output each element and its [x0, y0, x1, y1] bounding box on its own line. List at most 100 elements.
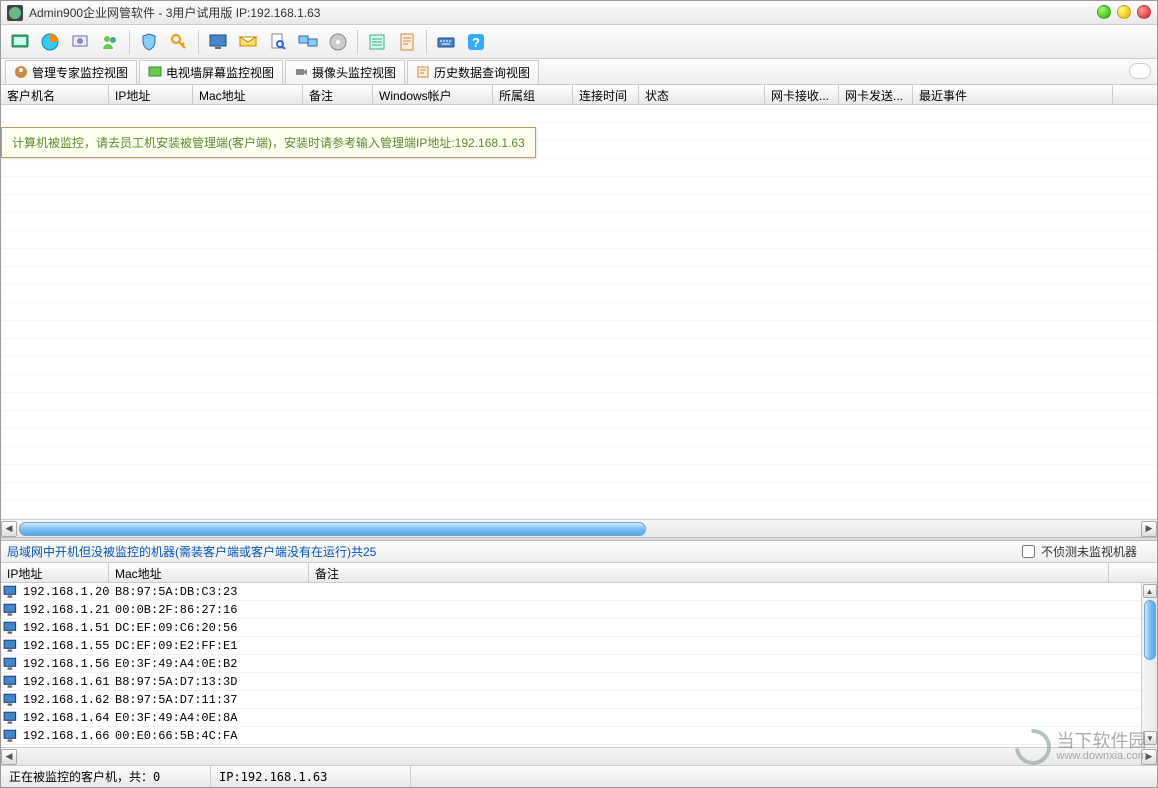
view-tab-1[interactable]: 电视墙屏幕监控视图 [139, 60, 283, 84]
scroll-track[interactable] [19, 522, 1139, 536]
key-icon[interactable] [166, 29, 192, 55]
message-icon[interactable] [235, 29, 261, 55]
row-mac: B8:97:5A:D7:13:3D [111, 675, 237, 689]
scroll-left-button[interactable]: ◀ [1, 521, 17, 537]
unmonitored-machine-row[interactable]: 192.168.1.51DC:EF:09:C6:20:56 [1, 619, 1141, 637]
list-icon[interactable] [364, 29, 390, 55]
computer-icon [3, 657, 19, 671]
gear-monitor-icon[interactable] [67, 29, 93, 55]
search-file-icon[interactable] [265, 29, 291, 55]
lower-columns-header: IP地址Mac地址备注 [1, 563, 1157, 583]
view-tabs: 管理专家监控视图 电视墙屏幕监控视图 摄像头监控视图 历史数据查询视图 [1, 59, 1157, 85]
lower-column-header[interactable]: IP地址 [1, 563, 109, 582]
maximize-button[interactable] [1117, 5, 1131, 19]
log-icon[interactable] [394, 29, 420, 55]
unmonitored-machine-row[interactable]: 192.168.1.20B8:97:5A:DB:C3:23 [1, 583, 1141, 601]
row-ip: 192.168.1.62 [21, 693, 111, 707]
toolbar: ? [1, 25, 1157, 59]
view-tab-2[interactable]: 摄像头监控视图 [285, 60, 405, 84]
lower-grid[interactable]: 192.168.1.20B8:97:5A:DB:C3:23192.168.1.2… [1, 583, 1157, 747]
unmonitored-machine-row[interactable]: 192.168.1.6600:E0:66:5B:4C:FA [1, 727, 1141, 745]
status-monitored: 正在被监控的客户机，共：0 [1, 766, 211, 787]
row-ip: 192.168.1.61 [21, 675, 111, 689]
column-header[interactable]: 客户机名 [1, 85, 109, 104]
disable-detect-label: 不侦测未监视机器 [1041, 543, 1137, 560]
computer-icon [3, 603, 19, 617]
row-mac: E0:3F:49:A4:0E:8A [111, 711, 237, 725]
view-tab-0[interactable]: 管理专家监控视图 [5, 60, 137, 84]
camera-icon [294, 65, 308, 79]
main-horizontal-scrollbar[interactable]: ◀ ▶ [1, 519, 1157, 537]
view-tab-label: 历史数据查询视图 [434, 64, 530, 81]
lower-horizontal-scrollbar[interactable]: ◀ ▶ [1, 747, 1157, 765]
column-header[interactable]: 最近事件 [913, 85, 1113, 104]
unmonitored-machine-row[interactable]: 192.168.1.2100:0B:2F:86:27:16 [1, 601, 1141, 619]
app-icon[interactable] [7, 29, 33, 55]
column-header[interactable]: IP地址 [109, 85, 193, 104]
lower-scroll-right-button[interactable]: ▶ [1141, 749, 1157, 765]
view-tab-label: 管理专家监控视图 [32, 64, 128, 81]
main-columns-header: 客户机名IP地址Mac地址备注Windows帐户所属组连接时间状态网卡接收...… [1, 85, 1157, 105]
shield-icon[interactable] [136, 29, 162, 55]
column-header[interactable]: 所属组 [493, 85, 573, 104]
window-title: Admin900企业网管软件 - 3用户试用版 IP:192.168.1.63 [29, 4, 320, 21]
viewtabs-toggle[interactable] [1129, 63, 1151, 79]
users-icon[interactable] [97, 29, 123, 55]
column-header[interactable]: Windows帐户 [373, 85, 493, 104]
main-grid[interactable]: 计算机被监控，请去员工机安装被管理端(客户端)，安装时请参考输入管理端IP地址:… [1, 105, 1157, 519]
help-icon[interactable]: ? [463, 29, 489, 55]
lower-vertical-scrollbar[interactable]: ▲ ▼ [1141, 583, 1157, 747]
status-ip: IP:192.168.1.63 [211, 766, 411, 787]
unmonitored-machine-row[interactable]: 192.168.1.62B8:97:5A:D7:11:37 [1, 691, 1141, 709]
dual-monitor-icon[interactable] [295, 29, 321, 55]
close-button[interactable] [1137, 5, 1151, 19]
toolbar-separator [129, 30, 130, 54]
toolbar-separator [357, 30, 358, 54]
row-mac: E0:3F:49:A4:0E:B2 [111, 657, 237, 671]
unmonitored-machine-row[interactable]: 192.168.1.56E0:3F:49:A4:0E:B2 [1, 655, 1141, 673]
lower-column-header[interactable]: Mac地址 [109, 563, 309, 582]
lower-scroll-track[interactable] [19, 750, 1139, 764]
view-tab-3[interactable]: 历史数据查询视图 [407, 60, 539, 84]
toolbar-separator [198, 30, 199, 54]
keyboard-icon[interactable] [433, 29, 459, 55]
scroll-thumb[interactable] [19, 522, 646, 536]
disk-icon[interactable] [325, 29, 351, 55]
column-header[interactable]: Mac地址 [193, 85, 303, 104]
row-ip: 192.168.1.56 [21, 657, 111, 671]
scroll-right-button[interactable]: ▶ [1141, 521, 1157, 537]
lower-right-controls: 不侦测未监视机器 [1022, 543, 1137, 560]
column-header[interactable]: 状态 [639, 85, 765, 104]
unmonitored-machine-row[interactable]: 192.168.1.61B8:97:5A:D7:13:3D [1, 673, 1141, 691]
computer-icon [3, 729, 19, 743]
tv-wall-icon [148, 65, 162, 79]
status-spacer [411, 766, 1157, 787]
unmonitored-machine-row[interactable]: 192.168.1.55DC:EF:09:E2:FF:E1 [1, 637, 1141, 655]
globe-pie-icon[interactable] [37, 29, 63, 55]
column-header[interactable]: 备注 [303, 85, 373, 104]
minimize-button[interactable] [1097, 5, 1111, 19]
lower-title-prefix: 局域网中开机但没被监控的机器(需装客户端或客户端没有在运行)共 [7, 545, 363, 559]
app-icon [7, 5, 23, 21]
svg-text:?: ? [472, 35, 480, 50]
view-tab-label: 摄像头监控视图 [312, 64, 396, 81]
row-ip: 192.168.1.55 [21, 639, 111, 653]
column-header[interactable]: 网卡发送... [839, 85, 913, 104]
lower-title-count: 25 [363, 545, 376, 559]
lower-scroll-left-button[interactable]: ◀ [1, 749, 17, 765]
column-header[interactable]: 网卡接收... [765, 85, 839, 104]
scroll-up-button[interactable]: ▲ [1143, 584, 1157, 598]
lower-column-header[interactable]: 备注 [309, 563, 1109, 582]
view-tab-label: 电视墙屏幕监控视图 [166, 64, 274, 81]
scroll-down-button[interactable]: ▼ [1143, 731, 1157, 745]
unmonitored-machine-row[interactable]: 192.168.1.64E0:3F:49:A4:0E:8A [1, 709, 1141, 727]
row-mac: B8:97:5A:D7:11:37 [111, 693, 237, 707]
disable-detect-checkbox[interactable] [1022, 545, 1035, 558]
monitor-icon[interactable] [205, 29, 231, 55]
grid-background [1, 105, 1157, 519]
titlebar: Admin900企业网管软件 - 3用户试用版 IP:192.168.1.63 [1, 1, 1157, 25]
row-mac: 00:0B:2F:86:27:16 [111, 603, 237, 617]
row-mac: DC:EF:09:E2:FF:E1 [111, 639, 237, 653]
vscroll-thumb[interactable] [1144, 600, 1156, 660]
column-header[interactable]: 连接时间 [573, 85, 639, 104]
